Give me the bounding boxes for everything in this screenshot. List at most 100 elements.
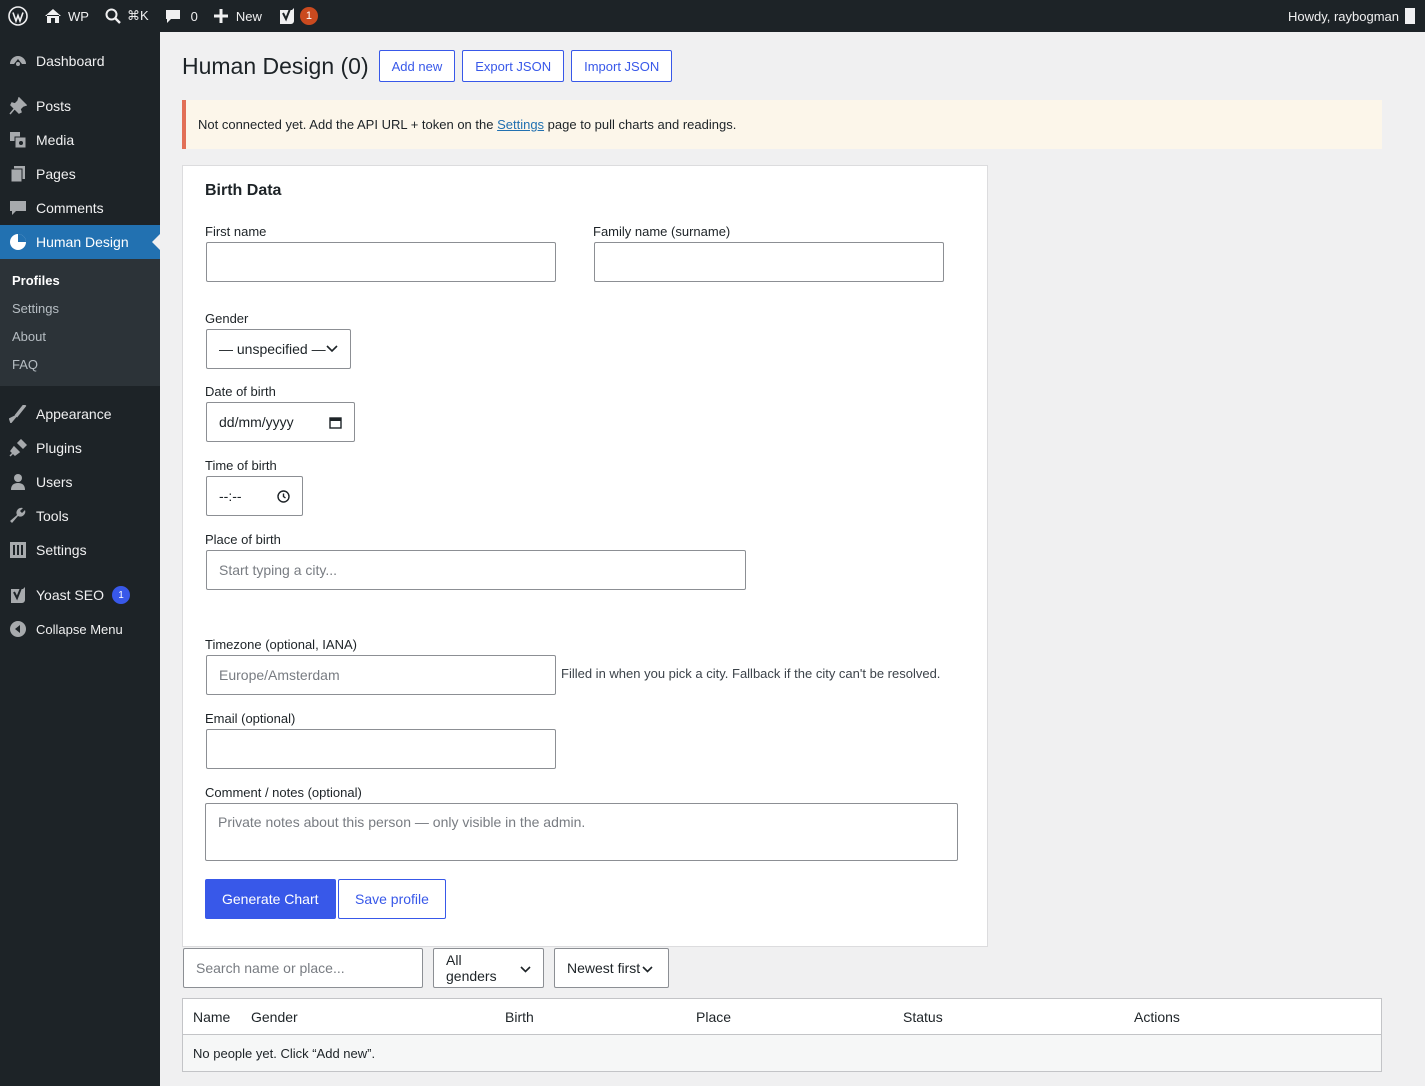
search-icon: [105, 8, 121, 24]
new-content-link[interactable]: New: [206, 0, 270, 32]
page-title: Human Design (0): [182, 52, 369, 79]
menu-yoast-seo[interactable]: Yoast SEO 1: [0, 578, 160, 612]
panel-heading: Birth Data: [205, 182, 282, 199]
comments-count: 0: [190, 8, 198, 24]
menu-users[interactable]: Users: [0, 465, 160, 499]
media-icon: [9, 131, 27, 149]
menu-label: Settings: [36, 542, 87, 558]
comment-textarea[interactable]: Private notes about this person — only v…: [205, 803, 958, 861]
column-header-name[interactable]: Name: [193, 1009, 230, 1025]
chevron-down-icon: [520, 960, 531, 976]
page-header: Human Design (0) Add new Export JSON Imp…: [182, 32, 1382, 100]
place-input[interactable]: Start typing a city...: [206, 550, 746, 590]
first-name-label: First name: [205, 224, 267, 239]
column-header-status[interactable]: Status: [903, 1009, 943, 1025]
column-header-gender[interactable]: Gender: [251, 1009, 298, 1025]
new-label: New: [235, 8, 262, 24]
human-design-submenu: Profiles Settings About FAQ: [0, 259, 160, 386]
import-json-button[interactable]: Import JSON: [571, 50, 673, 82]
search-input[interactable]: Search name or place...: [183, 948, 423, 988]
menu-label: Collapse Menu: [36, 621, 123, 637]
column-header-place[interactable]: Place: [696, 1009, 731, 1025]
timezone-label: Timezone (optional, IANA): [205, 637, 357, 652]
account-menu[interactable]: Howdy, raybogman: [1280, 0, 1425, 32]
gender-label: Gender: [205, 311, 249, 326]
menu-dashboard[interactable]: Dashboard: [0, 44, 160, 78]
admin-bar: WP ⌘K 0 New 1 Howdy, raybogman: [0, 0, 1425, 32]
yoast-icon: [278, 7, 296, 25]
yoast-menu[interactable]: 1: [270, 0, 326, 32]
wordpress-logo-icon[interactable]: [0, 0, 36, 32]
menu-label: Comments: [36, 200, 104, 216]
search-shortcut: ⌘K: [126, 8, 149, 23]
menu-comments[interactable]: Comments: [0, 191, 160, 225]
submenu-faq[interactable]: FAQ: [0, 350, 160, 378]
plus-icon: [213, 9, 228, 23]
main-content: Human Design (0) Add new Export JSON Imp…: [182, 32, 1382, 1072]
submenu-about[interactable]: About: [0, 322, 160, 350]
column-header-actions: Actions: [1134, 1009, 1180, 1025]
menu-human-design[interactable]: Human Design: [0, 225, 160, 259]
submenu-settings[interactable]: Settings: [0, 294, 160, 322]
menu-label: Plugins: [36, 440, 82, 456]
brush-icon: [9, 405, 27, 423]
menu-posts[interactable]: Posts: [0, 89, 160, 123]
settings-sliders-icon: [9, 541, 27, 559]
menu-settings[interactable]: Settings: [0, 533, 160, 567]
timezone-input[interactable]: Europe/Amsterdam: [206, 655, 556, 695]
dob-label: Date of birth: [205, 384, 276, 399]
sort-select[interactable]: Newest first: [554, 948, 669, 988]
column-header-birth[interactable]: Birth: [505, 1009, 534, 1025]
tob-input[interactable]: --:--: [206, 476, 303, 516]
add-new-button[interactable]: Add new: [378, 50, 456, 82]
connection-notice: Not connected yet. Add the API URL + tok…: [182, 100, 1382, 149]
user-icon: [9, 473, 27, 491]
menu-appearance[interactable]: Appearance: [0, 397, 160, 431]
comment-icon: [165, 8, 181, 24]
yoast-notification-badge: 1: [299, 7, 318, 25]
menu-label: Human Design: [36, 234, 129, 250]
chevron-down-icon: [326, 345, 338, 353]
menu-tools[interactable]: Tools: [0, 499, 160, 533]
menu-label: Yoast SEO: [36, 587, 104, 603]
gender-filter-select[interactable]: All genders: [433, 948, 544, 988]
clock-icon[interactable]: [277, 489, 290, 503]
family-name-label: Family name (surname): [593, 224, 731, 239]
notice-text-before: Not connected yet. Add the API URL + tok…: [198, 117, 498, 132]
family-name-input[interactable]: [594, 242, 944, 282]
gender-select[interactable]: — unspecified —: [206, 329, 351, 369]
menu-label: Pages: [36, 166, 76, 182]
email-input[interactable]: [206, 729, 556, 769]
dob-input[interactable]: dd/mm/yyyy: [206, 402, 355, 442]
home-icon: [44, 8, 62, 24]
empty-state-message: No people yet. Click “Add new”.: [193, 1046, 376, 1061]
collapse-menu-button[interactable]: Collapse Menu: [0, 612, 160, 646]
pages-icon: [9, 165, 27, 183]
menu-media[interactable]: Media: [0, 123, 160, 157]
menu-label: Users: [36, 474, 73, 490]
export-json-button[interactable]: Export JSON: [462, 50, 565, 82]
menu-label: Dashboard: [36, 53, 105, 69]
submenu-profiles[interactable]: Profiles: [0, 266, 160, 294]
gender-filter-value: All genders: [446, 952, 497, 984]
command-search[interactable]: ⌘K: [97, 0, 157, 32]
comment-icon: [9, 199, 27, 217]
save-profile-button[interactable]: Save profile: [338, 879, 446, 919]
menu-label: Media: [36, 132, 75, 148]
dob-value: dd/mm/yyyy: [219, 414, 294, 430]
generate-chart-button[interactable]: Generate Chart: [205, 879, 336, 919]
first-name-input[interactable]: [206, 242, 556, 282]
site-home-link[interactable]: WP: [36, 0, 97, 32]
menu-label: Appearance: [36, 406, 112, 422]
menu-pages[interactable]: Pages: [0, 157, 160, 191]
table-row: No people yet. Click “Add new”.: [183, 1035, 1381, 1071]
calendar-icon[interactable]: [329, 416, 342, 429]
wrench-icon: [9, 507, 27, 525]
menu-plugins[interactable]: Plugins: [0, 431, 160, 465]
menu-label: Posts: [36, 98, 72, 114]
collapse-icon: [9, 620, 27, 638]
comments-link[interactable]: 0: [157, 0, 206, 32]
email-label: Email (optional): [205, 711, 296, 726]
pin-icon: [9, 97, 27, 115]
settings-link[interactable]: Settings: [497, 117, 544, 132]
